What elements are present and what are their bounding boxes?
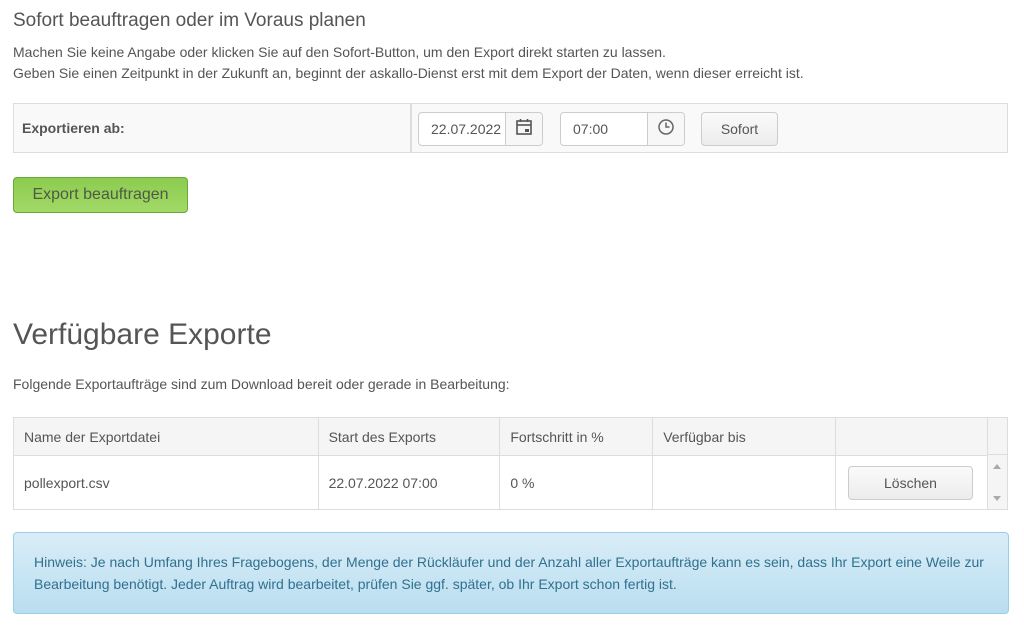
calendar-icon — [515, 118, 533, 141]
table-scrollbar[interactable] — [988, 417, 1008, 510]
date-input[interactable]: 22.07.2022 — [419, 113, 505, 145]
cell-actions: Löschen — [834, 455, 989, 510]
delete-button[interactable]: Löschen — [847, 465, 973, 500]
column-header-name: Name der Exportdatei — [13, 417, 319, 456]
info-notice: Hinweis: Je nach Umfang Ihres Fragebogen… — [13, 532, 1009, 614]
date-input-group: 22.07.2022 — [418, 112, 543, 146]
export-from-label: Exportieren ab: — [22, 120, 125, 136]
form-divider — [410, 104, 412, 152]
cell-available-until — [652, 455, 836, 510]
export-from-row: Exportieren ab: 22.07.2022 07:00 Sofort — [13, 103, 1008, 153]
exports-description: Folgende Exportaufträge sind zum Downloa… — [13, 376, 510, 392]
cell-start: 22.07.2022 07:00 — [317, 455, 501, 510]
column-header-progress: Fortschritt in % — [499, 417, 654, 456]
schedule-description-line1: Machen Sie keine Angabe oder klicken Sie… — [13, 44, 666, 60]
time-input-group: 07:00 — [560, 112, 685, 146]
column-header-start: Start des Exports — [317, 417, 501, 456]
date-picker-button[interactable] — [505, 113, 542, 145]
schedule-description: Machen Sie keine Angabe oder klicken Sie… — [13, 42, 804, 84]
scroll-down-icon[interactable] — [993, 496, 1001, 501]
column-header-actions — [834, 417, 989, 456]
table-row: pollexport.csv 22.07.2022 07:00 0 % Lösc… — [13, 455, 989, 510]
column-header-available-until: Verfügbar bis — [652, 417, 836, 456]
cell-name: pollexport.csv — [13, 455, 319, 510]
schedule-title: Sofort beauftragen oder im Voraus planen — [13, 10, 366, 31]
now-button[interactable]: Sofort — [701, 112, 778, 146]
table-header-row: Name der Exportdatei Start des Exports F… — [13, 417, 989, 456]
schedule-description-line2: Geben Sie einen Zeitpunkt in der Zukunft… — [13, 65, 804, 81]
time-input[interactable]: 07:00 — [561, 113, 647, 145]
clock-icon — [657, 118, 675, 141]
exports-title: Verfügbare Exporte — [13, 318, 272, 351]
scroll-up-icon[interactable] — [993, 464, 1001, 469]
cell-progress: 0 % — [499, 455, 654, 510]
exports-table: Name der Exportdatei Start des Exports F… — [13, 417, 989, 510]
time-picker-button[interactable] — [647, 113, 684, 145]
submit-export-button[interactable]: Export beauftragen — [13, 177, 188, 213]
